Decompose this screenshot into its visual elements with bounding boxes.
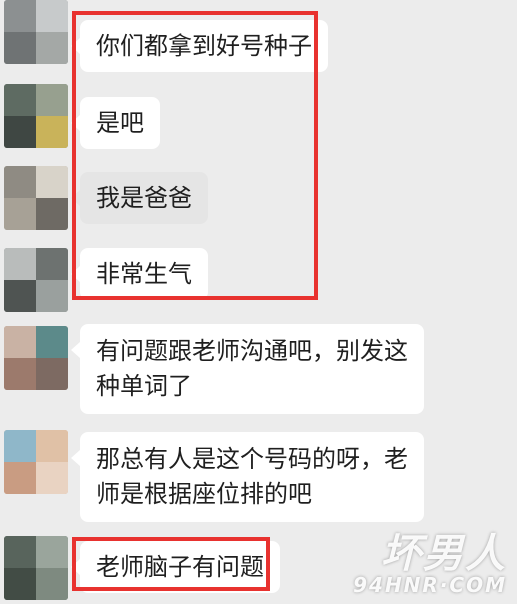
message-bubble[interactable]: 那总有人是这个号码的呀，老师是根据座位排的吧 <box>71 432 424 522</box>
avatar[interactable] <box>4 536 68 600</box>
message-text: 有问题跟老师沟通吧，别发这种单词了 <box>96 337 408 400</box>
avatar[interactable] <box>4 326 68 390</box>
avatar[interactable] <box>4 430 68 494</box>
highlight-box <box>72 537 270 591</box>
message-text: 那总有人是这个号码的呀，老师是根据座位排的吧 <box>96 445 408 508</box>
watermark-logo-text: 坏男人 <box>381 531 507 577</box>
chat-area: 你们都拿到好号种子 是吧 我是爸爸 非常生气 有问题跟老师沟通吧，别发这种单词了… <box>0 0 517 604</box>
avatar[interactable] <box>4 0 68 64</box>
highlight-box <box>72 11 318 300</box>
watermark: 坏男人 94HNR·COM <box>353 534 507 596</box>
avatar[interactable] <box>4 166 68 230</box>
watermark-url: 94HNR·COM <box>353 573 507 597</box>
avatar[interactable] <box>4 84 68 148</box>
message-bubble[interactable]: 有问题跟老师沟通吧，别发这种单词了 <box>71 324 424 414</box>
avatar[interactable] <box>4 248 68 312</box>
